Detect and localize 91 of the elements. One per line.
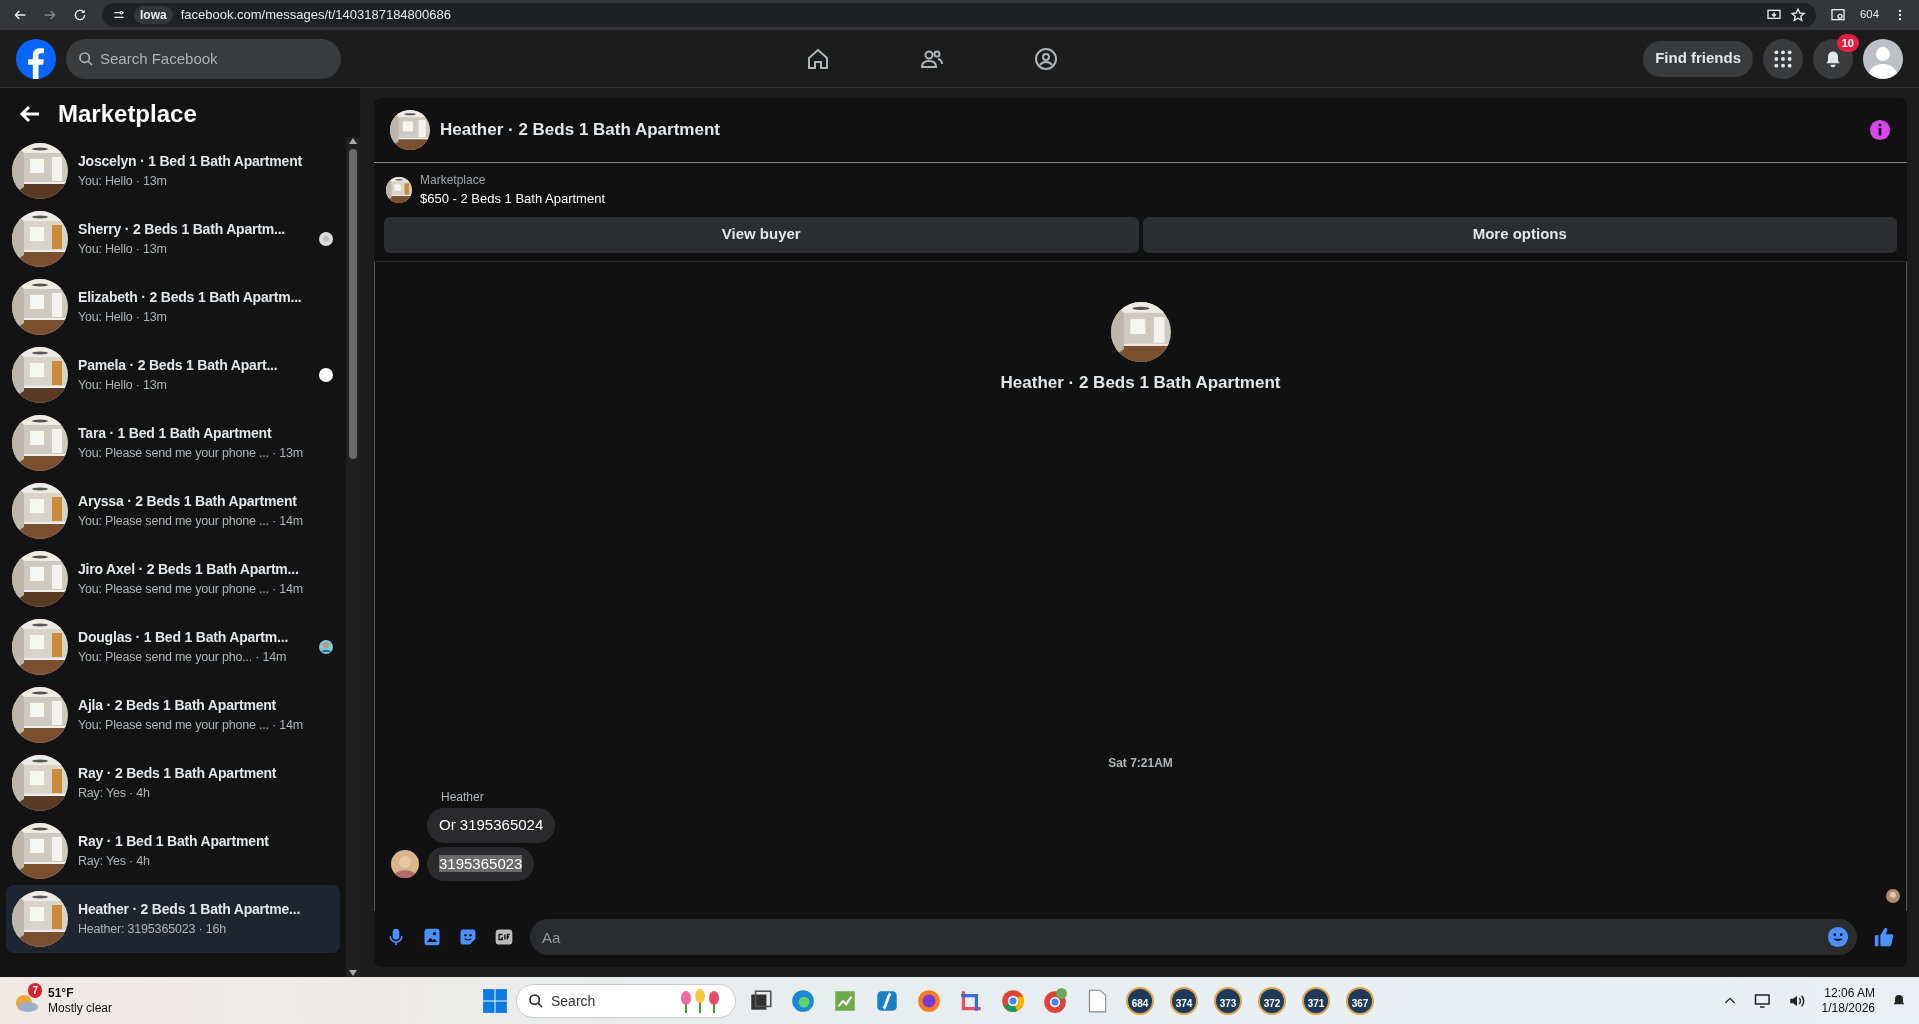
conversation-preview: Heather: 3195365023 · 16h bbox=[78, 920, 227, 938]
weather-text: Mostly clear bbox=[48, 1000, 112, 1016]
listing-title[interactable]: $650 - 2 Beds 1 Bath Apartment bbox=[420, 189, 605, 209]
scrollbar[interactable] bbox=[346, 136, 360, 977]
message-timestamp: Sat 7:21AM bbox=[1107, 755, 1174, 772]
conversation-preview: You: Please send me your phone ... · 14m bbox=[78, 580, 304, 598]
conversation-item[interactable]: Sherry · 2 Beds 1 Bath Apartm... You: Hello · 13m bbox=[6, 204, 340, 273]
message-bubble: Or 3195365024 bbox=[427, 808, 556, 843]
taskbar-search-field[interactable]: Search bbox=[516, 983, 736, 1018]
counter-app-button[interactable]: 367 bbox=[1346, 986, 1374, 1015]
conversation-preview: You: Please send me your pho... · 14m bbox=[78, 648, 288, 666]
conversation-title: Jiro Axel · 2 Beds 1 Bath Apartm... bbox=[78, 559, 300, 579]
conversation-preview: Ray: Yes · 4h bbox=[78, 784, 151, 802]
conversation-title: Sherry · 2 Beds 1 Bath Apartm... bbox=[78, 219, 287, 239]
clock-time[interactable]: 12:06 AM bbox=[1821, 985, 1875, 1001]
grid-icon bbox=[1773, 48, 1793, 69]
clock-date[interactable]: 1/18/2026 bbox=[1821, 1000, 1875, 1016]
start-icon[interactable] bbox=[482, 987, 508, 1014]
extension-counter[interactable]: 604 bbox=[1860, 6, 1879, 24]
profile-button[interactable] bbox=[1863, 38, 1903, 79]
conversation-item[interactable]: Jiro Axel · 2 Beds 1 Bath Apartm... You: Please send me your phone ... · 14m bbox=[6, 544, 340, 613]
search-tabs-icon[interactable] bbox=[1830, 7, 1847, 23]
logo-icon[interactable] bbox=[16, 38, 56, 79]
find-friends-button[interactable]: Find friends bbox=[1643, 40, 1753, 77]
conversation-title: Heather · 2 Beds 1 Bath Apartme... bbox=[78, 899, 302, 919]
conversation-item[interactable]: Ajla · 2 Beds 1 Bath Apartment You: Please send me your phone ... · 14m bbox=[6, 680, 340, 749]
conversation-title: Pamela · 2 Beds 1 Bath Apart... bbox=[78, 355, 279, 375]
counter-app-button[interactable]: 371 bbox=[1302, 986, 1330, 1015]
gif-icon[interactable] bbox=[494, 927, 514, 947]
intro-title: Heather · 2 Beds 1 Bath Apartment bbox=[1000, 371, 1281, 394]
conversation-item[interactable]: Tara · 1 Bed 1 Bath Apartment You: Please send me your phone ... · 13m bbox=[6, 408, 340, 477]
conversation-item[interactable]: Elizabeth · 2 Beds 1 Bath Apartm... You: Hello · 13m bbox=[6, 272, 340, 341]
action-button[interactable]: More options bbox=[1142, 216, 1897, 253]
counter-app-button[interactable]: 374 bbox=[1170, 986, 1198, 1015]
conversation-preview: You: Please send me your phone ... · 13m bbox=[78, 444, 304, 462]
conversation-item[interactable]: Aryssa · 2 Beds 1 Bath Apartment You: Please send me your phone ... · 14m bbox=[6, 476, 340, 545]
conversation-item[interactable]: Heather · 2 Beds 1 Bath Apartme... Heather: 3195365023 · 16h bbox=[6, 884, 340, 953]
conversation-item[interactable]: Ray · 2 Beds 1 Bath Apartment Ray: Yes · 4h bbox=[6, 748, 340, 817]
conversation-title: Ray · 1 Bed 1 Bath Apartment bbox=[78, 831, 270, 851]
groups-icon[interactable] bbox=[1034, 46, 1059, 71]
conversation-preview: You: Hello · 13m bbox=[78, 376, 168, 394]
thumbs-up-icon[interactable] bbox=[1873, 926, 1895, 948]
temperature-text: 51°F bbox=[48, 985, 75, 1001]
conversation-title: Aryssa · 2 Beds 1 Bath Apartment bbox=[78, 491, 298, 511]
conversation-preview: You: Hello · 13m bbox=[78, 308, 168, 326]
search-icon bbox=[528, 992, 544, 1009]
star-icon[interactable] bbox=[1790, 7, 1807, 23]
conversation-title: Joscelyn · 1 Bed 1 Bath Apartment bbox=[78, 151, 303, 171]
conversation-preview: Ray: Yes · 4h bbox=[78, 852, 151, 870]
network-icon[interactable] bbox=[1753, 991, 1772, 1010]
sender-name: Heather bbox=[441, 789, 485, 806]
home-icon[interactable] bbox=[806, 46, 831, 71]
info-icon[interactable] bbox=[1869, 119, 1891, 141]
conversation-preview: You: Hello · 13m bbox=[78, 172, 168, 190]
image-icon[interactable] bbox=[422, 927, 442, 947]
notifications-button[interactable] bbox=[1813, 38, 1853, 79]
conversation-title: Ray · 2 Beds 1 Bath Apartment bbox=[78, 763, 278, 783]
microphone-icon[interactable] bbox=[386, 927, 406, 947]
action-button[interactable]: View buyer bbox=[384, 216, 1139, 253]
url-text[interactable]: facebook.com/messages/t/1403187184800686 bbox=[180, 5, 451, 25]
conversation-item[interactable]: Joscelyn · 1 Bed 1 Bath Apartment You: Hello · 13m bbox=[6, 136, 340, 205]
sidebar-title: Marketplace bbox=[58, 100, 197, 129]
menu-button[interactable] bbox=[1763, 38, 1803, 79]
conversation-title: Ajla · 2 Beds 1 Bath Apartment bbox=[78, 695, 278, 715]
weather-badge: 7 bbox=[28, 982, 42, 998]
chat-title: Heather · 2 Beds 1 Bath Apartment bbox=[440, 119, 721, 142]
scrollbar-thumb[interactable] bbox=[349, 148, 357, 459]
conversation-title: Tara · 1 Bed 1 Bath Apartment bbox=[78, 423, 273, 443]
emoji-icon[interactable] bbox=[1827, 926, 1849, 948]
conversation-preview: You: Hello · 13m bbox=[78, 240, 168, 258]
counter-app-button[interactable]: 684 bbox=[1126, 986, 1154, 1015]
counter-app-button[interactable]: 373 bbox=[1214, 986, 1242, 1015]
conversation-title: Elizabeth · 2 Beds 1 Bath Apartm... bbox=[78, 287, 303, 307]
conversation-item[interactable]: Pamela · 2 Beds 1 Bath Apart... You: Hello · 13m bbox=[6, 340, 340, 409]
scroll-up-icon[interactable] bbox=[348, 136, 358, 145]
sticker-icon[interactable] bbox=[458, 927, 478, 947]
counter-app-button[interactable]: 372 bbox=[1258, 986, 1286, 1015]
location-chip[interactable]: Iowa bbox=[134, 6, 173, 24]
conversation-preview: You: Please send me your phone ... · 14m bbox=[78, 512, 304, 530]
notification-badge: 10 bbox=[1836, 33, 1859, 52]
conversation-item[interactable]: Ray · 1 Bed 1 Bath Apartment Ray: Yes · 4h bbox=[6, 816, 340, 885]
reload-icon[interactable] bbox=[72, 7, 88, 23]
message-bubble: 3195365023 bbox=[427, 846, 535, 881]
listing-label: Marketplace bbox=[420, 172, 487, 189]
conversation-item[interactable]: Douglas · 1 Bed 1 Bath Apartm... You: Please send me your pho... · 14m bbox=[6, 612, 340, 681]
conversation-preview: You: Please send me your phone ... · 14m bbox=[78, 716, 304, 734]
sender-avatar[interactable] bbox=[391, 849, 419, 878]
seen-avatar bbox=[1886, 889, 1900, 903]
search-field[interactable]: Search Facebook bbox=[66, 38, 341, 79]
message-field[interactable]: Aa bbox=[530, 919, 1857, 955]
conversation-title: Douglas · 1 Bed 1 Bath Apartm... bbox=[78, 627, 290, 647]
